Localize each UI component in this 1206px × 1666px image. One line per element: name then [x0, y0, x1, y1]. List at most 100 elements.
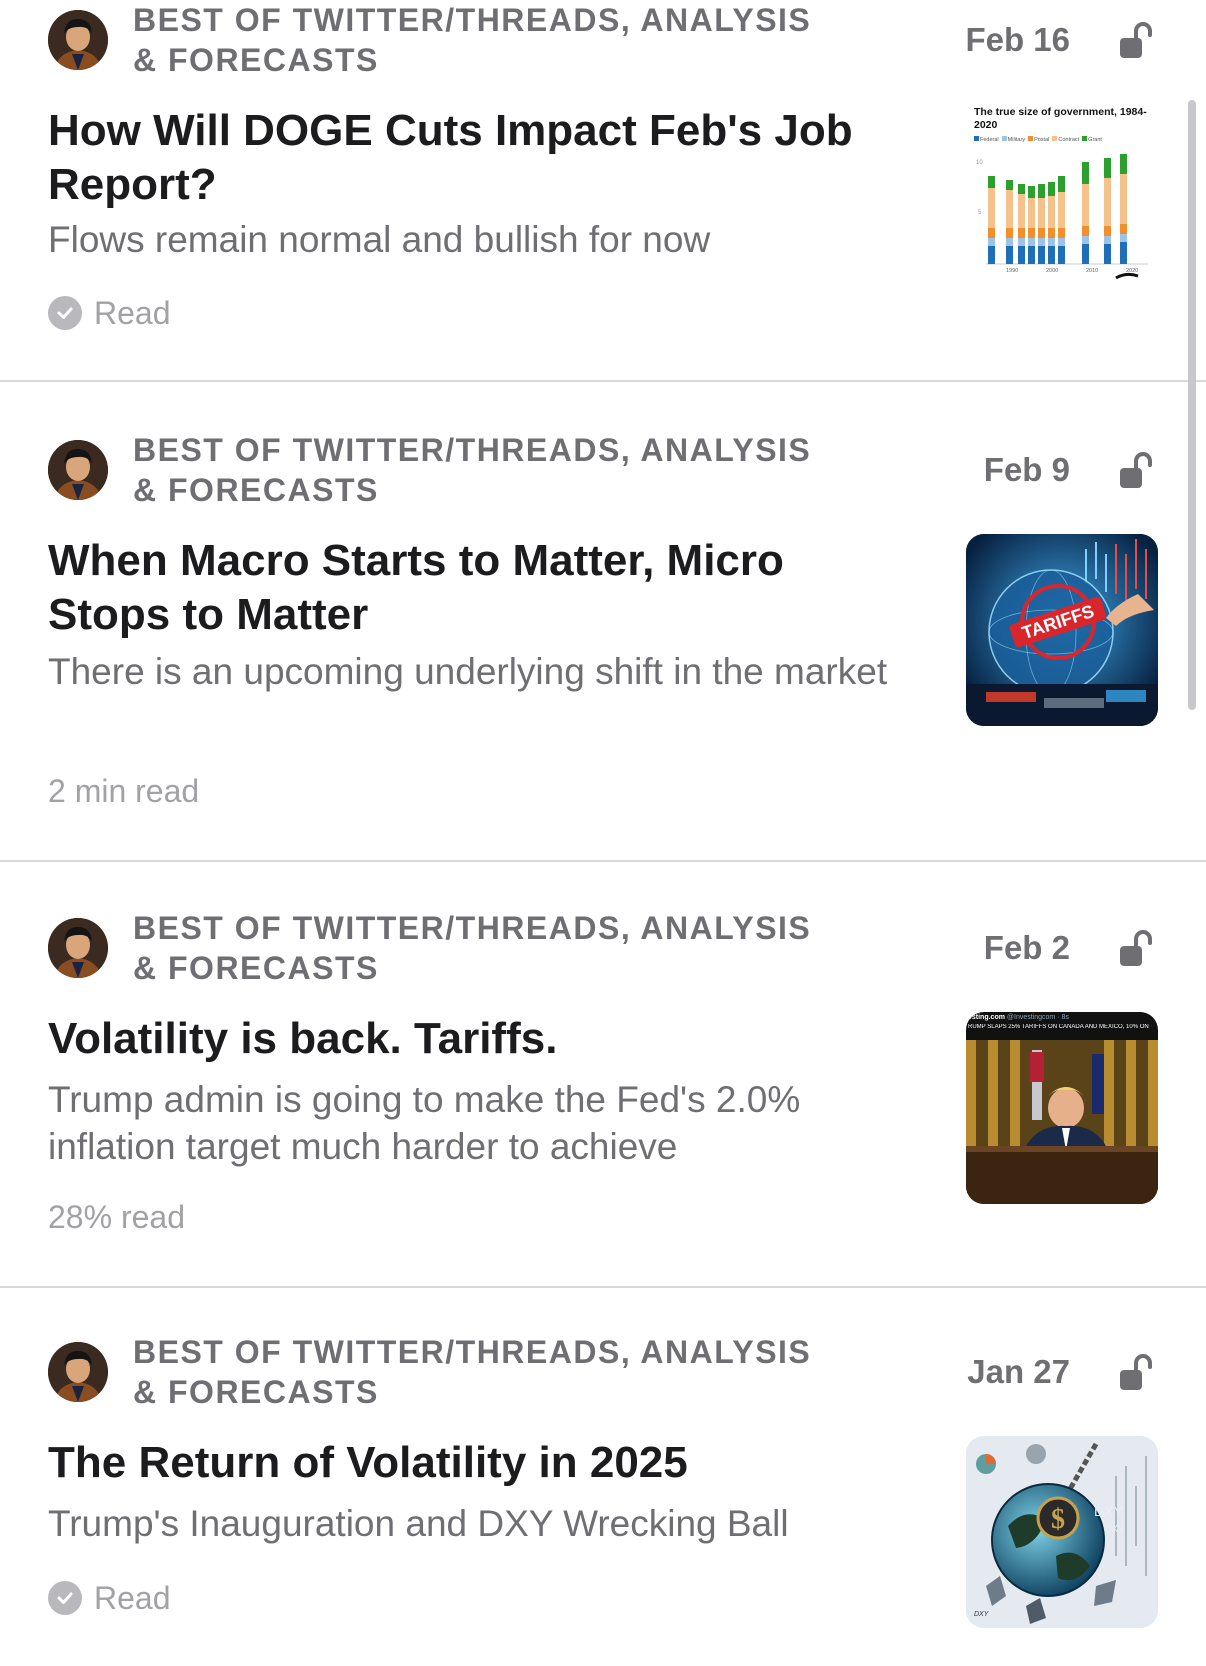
thumb-bar-segment: [1058, 238, 1065, 246]
thumb-bar-segment: [1058, 246, 1065, 264]
article-thumbnail-chart[interactable]: The true size of government, 1984-2020 F…: [966, 100, 1158, 292]
publication-name: BEST OF TWITTER/THREADS, ANALYSIS & FORE…: [133, 2, 812, 78]
article-title[interactable]: Volatility is back. Tariffs.: [48, 1012, 888, 1066]
thumb-bar-segment: [1082, 244, 1089, 264]
thumb-bar-segment: [1104, 236, 1111, 244]
x-tick-label: 2010: [1086, 268, 1098, 274]
thumb-bar-segment: [1082, 226, 1089, 236]
thumb-bar-segment: [1006, 246, 1013, 264]
thumb-bar-segment: [1028, 228, 1035, 238]
thumb-bar-segment: [1120, 242, 1127, 264]
thumb-bar-segment: [1104, 226, 1111, 236]
thumb-bar-segment: [1018, 238, 1025, 246]
read-status-label: Read: [94, 295, 171, 331]
check-circle-icon: [48, 296, 82, 330]
read-status: 28% read: [48, 1197, 185, 1237]
thumb-bar-segment: [1120, 234, 1127, 242]
check-circle-icon: [48, 1581, 82, 1615]
thumb-bar-segment: [1104, 158, 1111, 178]
author-avatar[interactable]: [48, 10, 108, 70]
author-avatar[interactable]: [48, 440, 108, 500]
legend-item: Grant: [1082, 136, 1102, 143]
read-status: 2 min read: [48, 771, 199, 811]
legend-item: Contract: [1052, 136, 1079, 143]
thumb-bar-segment: [988, 176, 995, 188]
unlocked-padlock-icon: [1118, 928, 1154, 968]
thumb-bar-segment: [1104, 178, 1111, 226]
svg-text:$: $: [1051, 1504, 1065, 1535]
article-title[interactable]: When Macro Starts to Matter, Micro Stops…: [48, 534, 888, 642]
thumb-bar-segment: [1038, 198, 1045, 228]
legend-item: Federal: [974, 136, 999, 143]
read-status: Read: [48, 293, 171, 333]
article-thumbnail-news[interactable]: esting.com @Investingcom · 8s RUMP SLAPS…: [966, 1012, 1158, 1204]
scrollbar[interactable]: [1188, 100, 1196, 710]
article-subtitle: There is an upcoming underlying shift in…: [48, 651, 888, 692]
thumb-bar-segment: [1038, 238, 1045, 246]
dxy-label: DXY: [1094, 1503, 1123, 1519]
article-title[interactable]: How Will DOGE Cuts Impact Feb's Job Repo…: [48, 104, 888, 212]
thumb-bar-segment: [1006, 228, 1013, 238]
thumb-bar-segment: [1006, 180, 1013, 190]
dxy-label: DXY: [1104, 1524, 1125, 1535]
thumb-stacked-bars: 10 5 1990 2000 2010 2020: [976, 154, 1148, 280]
thumb-bar-segment: [988, 228, 995, 238]
unlocked-padlock-icon: [1118, 20, 1154, 60]
thumb-bar-segment: [1006, 190, 1013, 228]
post-date: Feb 2: [983, 929, 1070, 966]
thumb-bar-segment: [1048, 228, 1055, 238]
thumb-bar-segment: [1018, 194, 1025, 228]
article-thumbnail-tariffs[interactable]: TARIFFS: [966, 534, 1158, 726]
thumb-bar-segment: [1018, 228, 1025, 238]
publication-name: BEST OF TWITTER/THREADS, ANALYSIS & FORE…: [133, 432, 812, 508]
article-thumbnail-wrecking-ball[interactable]: $ DXY DXY DXY: [966, 1436, 1158, 1628]
author-avatar[interactable]: [48, 1342, 108, 1402]
thumb-bar-segment: [1104, 244, 1111, 264]
thumb-bar-segment: [1048, 246, 1055, 264]
thumb-bar-segment: [1048, 238, 1055, 246]
article-subtitle: Flows remain normal and bullish for now: [48, 219, 711, 260]
article-title[interactable]: The Return of Volatility in 2025: [48, 1436, 888, 1490]
read-status-label: 28% read: [48, 1199, 185, 1235]
publication-name: BEST OF TWITTER/THREADS, ANALYSIS & FORE…: [133, 1334, 812, 1410]
article-card-3[interactable]: BEST OF TWITTER/THREADS, ANALYSIS & FORE…: [0, 862, 1206, 1286]
unlocked-padlock-icon: [1118, 450, 1154, 490]
thumb-bar-segment: [1082, 162, 1089, 184]
thumb-bar-segment: [1038, 184, 1045, 198]
unlocked-padlock-icon: [1118, 1352, 1154, 1392]
thumb-bar-segment: [1028, 186, 1035, 198]
thumb-bar-segment: [1058, 176, 1065, 192]
legend-item: Postal: [1028, 136, 1049, 143]
thumb-bar-segment: [1006, 238, 1013, 246]
thumb-bar-segment: [1038, 228, 1045, 238]
post-date: Jan 27: [967, 1353, 1070, 1390]
article-subtitle: Trump's Inauguration and DXY Wrecking Ba…: [48, 1503, 789, 1544]
thumb-news-headline: RUMP SLAPS 25% TARIFFS ON CANADA AND MEX…: [968, 1024, 1149, 1030]
thumb-chart-legend: Federal Military Postal Contract Grant: [974, 136, 1158, 143]
article-card-2[interactable]: BEST OF TWITTER/THREADS, ANALYSIS & FORE…: [0, 382, 1206, 860]
x-tick-label: 1990: [1006, 268, 1018, 274]
article-card-1[interactable]: BEST OF TWITTER/THREADS, ANALYSIS & FORE…: [0, 0, 1206, 380]
y-tick-label: 10: [976, 160, 983, 166]
author-avatar[interactable]: [48, 918, 108, 978]
article-card-4[interactable]: BEST OF TWITTER/THREADS, ANALYSIS & FORE…: [0, 1288, 1206, 1666]
thumb-bar-segment: [1082, 184, 1089, 226]
thumb-bar-segment: [1120, 174, 1127, 224]
article-subtitle: Trump admin is going to make the Fed's 2…: [48, 1079, 801, 1167]
thumb-bar-segment: [1028, 198, 1035, 228]
thumb-bar-segment: [1058, 228, 1065, 238]
thumb-bar-segment: [1038, 246, 1045, 264]
dxy-label: DXY: [974, 1611, 990, 1618]
publication-name: BEST OF TWITTER/THREADS, ANALYSIS & FORE…: [133, 910, 812, 986]
post-date: Feb 9: [983, 451, 1070, 488]
thumb-bar-segment: [988, 238, 995, 246]
thumb-bar-segment: [1048, 182, 1055, 196]
thumb-bar-segment: [988, 188, 995, 228]
read-status-label: 2 min read: [48, 773, 200, 809]
x-tick-label: 2000: [1046, 268, 1058, 274]
thumb-bar-segment: [1028, 238, 1035, 246]
thumb-bar-segment: [1120, 154, 1127, 174]
thumb-bar-segment: [1048, 196, 1055, 228]
thumb-bar-segment: [1120, 224, 1127, 234]
post-date: Feb 16: [965, 21, 1070, 58]
